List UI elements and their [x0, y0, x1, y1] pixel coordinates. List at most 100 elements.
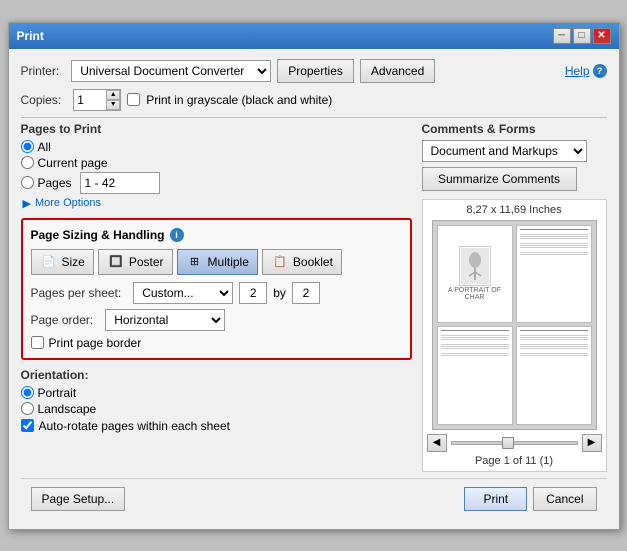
grayscale-checkbox[interactable]	[127, 93, 140, 106]
print-border-checkbox[interactable]	[31, 336, 44, 349]
sizing-title: Page Sizing & Handling	[31, 228, 165, 242]
copies-up-button[interactable]: ▲	[106, 90, 120, 100]
poster-mode-button[interactable]: 🔲 Poster	[98, 249, 173, 275]
y-input[interactable]	[292, 282, 320, 304]
size-mode-button[interactable]: 📄 Size	[31, 249, 94, 275]
pages-range-input[interactable]	[80, 172, 160, 194]
by-label: by	[273, 286, 286, 300]
print-border-label: Print page border	[49, 336, 142, 350]
summarize-button[interactable]: Summarize Comments	[422, 167, 577, 191]
properties-button[interactable]: Properties	[277, 59, 354, 83]
auto-rotate-checkbox[interactable]	[21, 419, 34, 432]
preview-page-4-lines	[520, 330, 588, 356]
next-page-button[interactable]: ▶	[582, 434, 602, 452]
pages-range-row: Pages	[21, 172, 412, 194]
preview-page-3	[437, 326, 513, 425]
close-button[interactable]: ✕	[593, 28, 611, 44]
dialog-content: Printer: Universal Document Converter Pr…	[9, 49, 619, 529]
title-bar-buttons: ─ □ ✕	[553, 28, 611, 44]
comments-forms-select[interactable]: Document and Markups	[422, 140, 587, 162]
preview-pages-grid: A PORTRAIT OF CHAR	[437, 225, 592, 425]
mode-buttons: 📄 Size 🔲 Poster ⊞ Multiple 📋	[31, 249, 402, 275]
more-options-toggle[interactable]: ▶ More Options	[23, 197, 412, 210]
print-dialog: Print ─ □ ✕ Printer: Universal Document …	[8, 22, 620, 530]
pages-range-radio[interactable]	[21, 176, 34, 189]
preview-page-1-image	[461, 248, 489, 284]
top-bar: Printer: Universal Document Converter Pr…	[21, 59, 607, 83]
pages-to-print-section: Pages to Print All Current page Pages	[21, 122, 412, 210]
left-panel: Pages to Print All Current page Pages	[21, 122, 412, 472]
portrait-row: Portrait	[21, 386, 412, 400]
poster-label: Poster	[129, 255, 164, 269]
booklet-label: Booklet	[293, 255, 333, 269]
current-page-label: Current page	[38, 156, 108, 170]
all-pages-label: All	[38, 140, 51, 154]
booklet-icon: 📋	[271, 254, 289, 270]
preview-area: 8,27 x 11,69 Inches	[422, 199, 607, 472]
pages-per-sheet-select[interactable]: Custom...	[133, 282, 233, 304]
size-label: Size	[62, 255, 85, 269]
title-bar: Print ─ □ ✕	[9, 23, 619, 49]
sizing-info-icon: i	[170, 228, 184, 242]
portrait-label: Portrait	[38, 386, 77, 400]
cancel-button[interactable]: Cancel	[533, 487, 596, 511]
all-pages-radio[interactable]	[21, 140, 34, 153]
preview-page-2	[516, 225, 592, 324]
pages-to-print-title: Pages to Print	[21, 122, 412, 136]
comments-forms-title: Comments & Forms	[422, 122, 607, 136]
help-icon: ?	[593, 64, 607, 78]
preview-page-1: A PORTRAIT OF CHAR	[437, 225, 513, 324]
page-label: Page 1 of 11 (1)	[427, 455, 602, 467]
printer-label: Printer:	[21, 64, 60, 78]
booklet-mode-button[interactable]: 📋 Booklet	[262, 249, 342, 275]
page-order-select[interactable]: Horizontal	[105, 309, 225, 331]
right-panel: Comments & Forms Document and Markups Su…	[422, 122, 607, 472]
page-slider[interactable]	[451, 441, 578, 445]
landscape-label: Landscape	[38, 402, 97, 416]
grayscale-label: Print in grayscale (black and white)	[146, 93, 332, 107]
preview-page-4	[516, 326, 592, 425]
copies-label: Copies:	[21, 93, 62, 107]
copies-row: Copies: 1 ▲ ▼ Print in grayscale (black …	[21, 89, 607, 111]
current-page-row: Current page	[21, 156, 412, 170]
x-input[interactable]	[239, 282, 267, 304]
poster-icon: 🔲	[107, 254, 125, 270]
maximize-button[interactable]: □	[573, 28, 591, 44]
page-order-label: Page order:	[31, 313, 94, 327]
help-link[interactable]: Help ?	[565, 64, 607, 78]
multiple-label: Multiple	[208, 255, 249, 269]
divider-top	[21, 117, 607, 118]
printer-select[interactable]: Universal Document Converter	[71, 60, 271, 82]
page-setup-button[interactable]: Page Setup...	[31, 487, 126, 511]
page-order-row: Page order: Horizontal	[31, 309, 402, 331]
page-sizing-section: Page Sizing & Handling i 📄 Size 🔲 Poster	[21, 218, 412, 360]
main-content: Pages to Print All Current page Pages	[21, 122, 607, 472]
sizing-header: Page Sizing & Handling i	[31, 228, 402, 242]
orientation-section: Orientation: Portrait Landscape Auto-rot…	[21, 368, 412, 433]
comments-forms-section: Comments & Forms Document and Markups Su…	[422, 122, 607, 191]
help-label: Help	[565, 64, 590, 78]
more-options-label: More Options	[35, 197, 101, 209]
print-button[interactable]: Print	[464, 487, 527, 511]
window-title: Print	[17, 29, 44, 43]
copies-input[interactable]: 1	[74, 90, 106, 110]
all-pages-row: All	[21, 140, 412, 154]
preview-size-label: 8,27 x 11,69 Inches	[427, 204, 602, 216]
pages-range-label: Pages	[38, 176, 72, 190]
landscape-radio[interactable]	[21, 402, 34, 415]
prev-page-button[interactable]: ◀	[427, 434, 447, 452]
size-icon: 📄	[40, 254, 58, 270]
portrait-radio[interactable]	[21, 386, 34, 399]
current-page-radio[interactable]	[21, 156, 34, 169]
page-slider-thumb	[502, 437, 514, 449]
multiple-icon: ⊞	[186, 254, 204, 270]
orientation-title: Orientation:	[21, 368, 412, 382]
landscape-row: Landscape	[21, 402, 412, 416]
preview-page-3-lines	[441, 330, 509, 356]
minimize-button[interactable]: ─	[553, 28, 571, 44]
more-options-arrow: ▶	[23, 197, 31, 210]
multiple-mode-button[interactable]: ⊞ Multiple	[177, 249, 258, 275]
advanced-button[interactable]: Advanced	[360, 59, 435, 83]
copies-down-button[interactable]: ▼	[106, 100, 120, 110]
bottom-bar: Page Setup... Print Cancel	[21, 478, 607, 519]
